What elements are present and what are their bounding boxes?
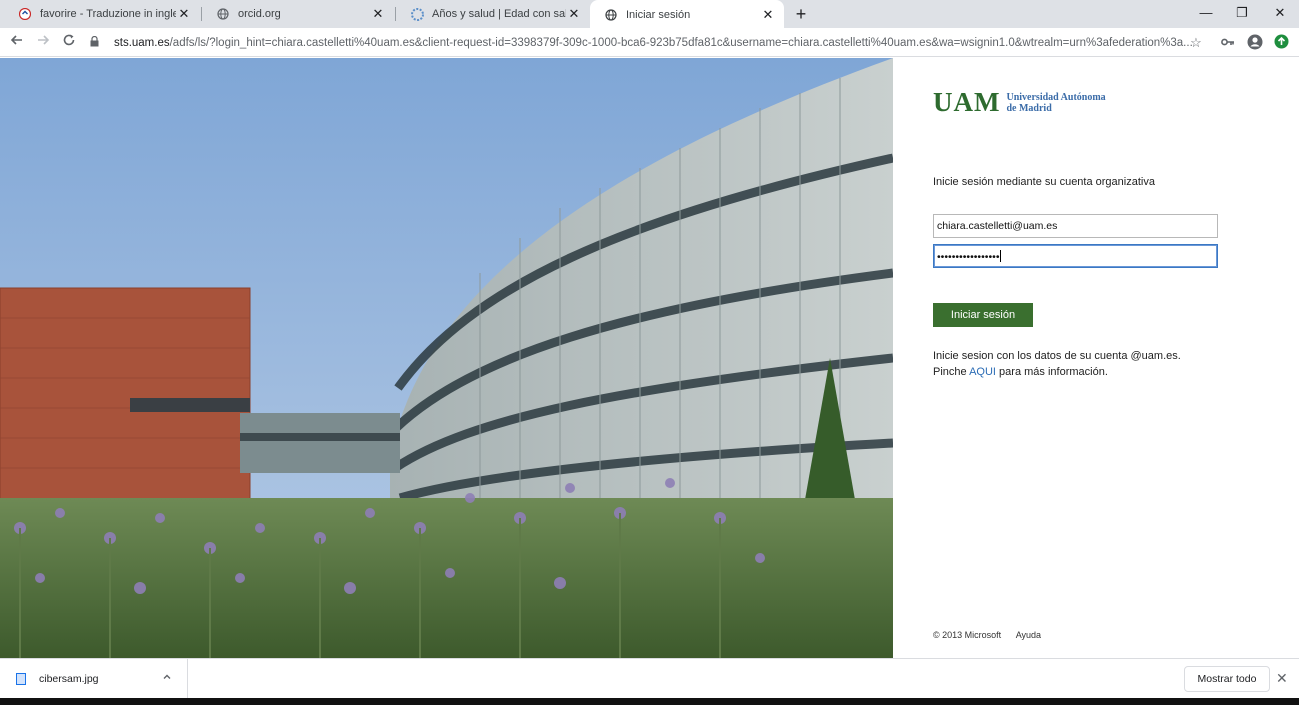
back-arrow-icon[interactable] bbox=[6, 32, 28, 54]
tab-close-icon[interactable]: ✕ bbox=[176, 6, 192, 22]
text-caret bbox=[999, 250, 1001, 262]
uam-logo: UAM Universidad Autónoma de Madrid bbox=[933, 87, 1106, 117]
uam-logo-name: Universidad Autónoma de Madrid bbox=[1006, 92, 1105, 114]
window-close-button[interactable]: ✕ bbox=[1262, 2, 1298, 24]
signin-panel: UAM Universidad Autónoma de Madrid Inici… bbox=[893, 58, 1299, 658]
tab-title: favorire - Traduzione in inglese - bbox=[40, 8, 176, 20]
campus-background-image bbox=[0, 58, 893, 658]
url-host: sts.uam.es bbox=[114, 37, 170, 49]
username-value: chiara.castelletti@uam.es bbox=[937, 220, 1058, 232]
info-line-2: Pinche AQUI para más información. bbox=[933, 364, 1253, 380]
reload-icon[interactable] bbox=[58, 32, 80, 54]
info-text-after: para más información. bbox=[996, 366, 1108, 378]
tab-title: orcid.org bbox=[238, 8, 281, 20]
uam-logo-name-line2: de Madrid bbox=[1006, 103, 1052, 114]
page-footer: © 2013 Microsoft Ayuda bbox=[933, 630, 1041, 640]
tab-title: Años y salud | Edad con salud bbox=[432, 8, 566, 20]
tab-traduzione[interactable]: favorire - Traduzione in inglese - ✕ bbox=[4, 0, 200, 28]
help-link[interactable]: Ayuda bbox=[1016, 630, 1041, 640]
tab-close-icon[interactable]: ✕ bbox=[760, 7, 776, 23]
tab-orcid[interactable]: orcid.org ✕ bbox=[202, 0, 394, 28]
browser-toolbar: sts.uam.es/adfs/ls/?login_hint=chiara.ca… bbox=[0, 28, 1299, 57]
copyright-text: © 2013 Microsoft bbox=[933, 630, 1002, 640]
restore-button[interactable]: ❐ bbox=[1224, 2, 1260, 24]
signin-info: Inicie sesion con los datos de su cuenta… bbox=[933, 348, 1253, 380]
forward-arrow-icon[interactable] bbox=[32, 32, 54, 54]
tab-strip: favorire - Traduzione in inglese - ✕ orc… bbox=[0, 0, 1299, 29]
lock-icon bbox=[90, 35, 104, 50]
password-field[interactable]: ••••••••••••••••• bbox=[933, 244, 1218, 268]
url-path: /adfs/ls/?login_hint=chiara.castelletti%… bbox=[169, 37, 1193, 49]
uam-logo-name-line1: Universidad Autónoma bbox=[1006, 92, 1106, 103]
globe-icon bbox=[216, 7, 230, 21]
tab-iniciar-sesion[interactable]: Iniciar sesión ✕ bbox=[590, 0, 784, 29]
uam-logo-mark: UAM bbox=[933, 87, 1001, 117]
address-bar[interactable]: sts.uam.es/adfs/ls/?login_hint=chiara.ca… bbox=[90, 31, 1212, 55]
tab-close-icon[interactable]: ✕ bbox=[370, 6, 386, 22]
close-download-bar-icon[interactable]: ✕ bbox=[1276, 670, 1288, 687]
edad-con-salud-favicon-icon bbox=[410, 7, 424, 21]
password-value: ••••••••••••••••• bbox=[937, 251, 1000, 263]
image-file-icon bbox=[16, 673, 26, 685]
download-file-name: cibersam.jpg bbox=[39, 673, 99, 685]
tab-close-icon[interactable]: ✕ bbox=[566, 6, 582, 22]
aqui-link[interactable]: AQUI bbox=[969, 366, 996, 378]
info-text-before: Pinche bbox=[933, 366, 970, 378]
signin-heading: Inicie sesión mediante su cuenta organiz… bbox=[933, 176, 1155, 188]
show-all-downloads-button[interactable]: Mostrar todo bbox=[1184, 666, 1270, 692]
minimize-button[interactable]: — bbox=[1188, 2, 1224, 24]
reverso-favicon-icon bbox=[18, 7, 32, 21]
signin-button[interactable]: Iniciar sesión bbox=[933, 303, 1033, 327]
star-icon[interactable]: ☆ bbox=[1187, 34, 1205, 52]
download-item[interactable]: cibersam.jpg bbox=[0, 659, 188, 699]
download-bar: cibersam.jpg Mostrar todo ✕ bbox=[0, 658, 1299, 699]
info-line-1: Inicie sesion con los datos de su cuenta… bbox=[933, 350, 1181, 362]
update-arrow-icon[interactable] bbox=[1272, 34, 1290, 52]
key-icon[interactable] bbox=[1219, 34, 1237, 52]
new-tab-button[interactable]: + bbox=[791, 4, 811, 24]
os-taskbar bbox=[0, 698, 1299, 705]
chevron-up-icon[interactable] bbox=[162, 672, 172, 685]
tab-anos-y-salud[interactable]: Años y salud | Edad con salud ✕ bbox=[396, 0, 590, 28]
profile-avatar-icon[interactable] bbox=[1246, 34, 1264, 52]
globe-icon bbox=[604, 8, 618, 22]
tab-title: Iniciar sesión bbox=[626, 8, 691, 21]
username-field[interactable]: chiara.castelletti@uam.es bbox=[933, 214, 1218, 238]
